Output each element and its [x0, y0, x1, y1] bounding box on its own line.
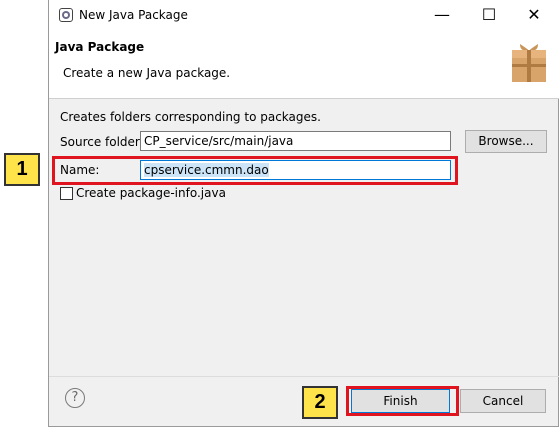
name-highlight-box [52, 156, 458, 185]
create-package-info-checkbox[interactable] [60, 187, 73, 200]
callout-1: 1 [4, 153, 40, 186]
source-folder-field[interactable]: CP_service/src/main/java [140, 131, 451, 151]
package-icon [512, 44, 546, 82]
create-package-info-label: Create package-info.java [76, 186, 226, 200]
minimize-button[interactable]: — [431, 4, 453, 26]
finish-highlight-box [346, 386, 459, 416]
window-title: New Java Package [79, 8, 188, 22]
callout-2: 2 [302, 386, 338, 419]
browse-button[interactable]: Browse... [465, 130, 547, 153]
new-java-package-dialog: New Java Package — ☐ ✕ Java Package Crea… [48, 0, 559, 427]
cancel-button[interactable]: Cancel [460, 389, 546, 413]
eclipse-app-icon [59, 8, 73, 22]
help-icon[interactable]: ? [65, 388, 85, 408]
banner-title: Java Package [55, 40, 145, 54]
description-text: Creates folders corresponding to package… [60, 110, 321, 124]
footer-separator [49, 376, 559, 377]
wizard-banner: Java Package Create a new Java package. [49, 32, 559, 99]
banner-subtitle: Create a new Java package. [63, 66, 231, 80]
source-folder-label: Source folder: [60, 135, 144, 149]
close-button[interactable]: ✕ [523, 4, 545, 26]
title-bar: New Java Package — ☐ ✕ [49, 0, 559, 32]
maximize-button[interactable]: ☐ [478, 4, 500, 26]
